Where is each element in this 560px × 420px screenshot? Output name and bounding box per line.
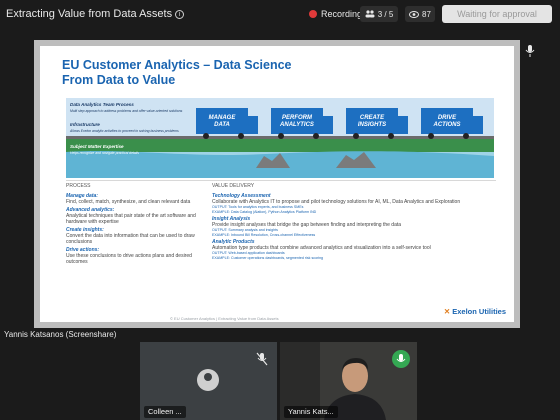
participant-name: Yannis Kats... (284, 406, 338, 418)
truck-label-3: CREATE INSIGHTS (358, 115, 386, 128)
people-icon (365, 10, 375, 18)
waiting-for-approval-button[interactable]: Waiting for approval (442, 5, 552, 23)
value-item-example: EXAMPLE: Inbound Bill Resolution, Cross-… (212, 232, 316, 237)
process-item-text: Find, collect, match, synthesize, and cl… (66, 199, 191, 205)
value-delivery-heading: VALUE DELIVERY (212, 183, 255, 189)
slide-title: EU Customer Analytics – Data Science Fro… (62, 58, 292, 87)
avatar-icon (197, 369, 219, 391)
info-icon[interactable]: i (175, 10, 185, 19)
record-dot-icon (309, 10, 317, 18)
mic-off-icon (256, 352, 268, 366)
value-item-example: EXAMPLE: Data Catalog (Alation), Python … (212, 209, 317, 214)
meeting-title: Extracting Value from Data Assets i (6, 8, 185, 20)
participant-tile-colleen[interactable]: Colleen ... (140, 342, 277, 420)
meeting-top-bar: Extracting Value from Data Assets i Recor… (0, 0, 560, 28)
participant-name: Colleen ... (144, 406, 186, 418)
logo-mark-icon: ✕ (443, 307, 453, 316)
meeting-title-text: Extracting Value from Data Assets (6, 8, 173, 20)
participant-tile-yannis[interactable]: Yannis Kats... (280, 342, 417, 420)
layer-sme-title: Subject Matter Expertise (70, 144, 124, 149)
value-item-example: EXAMPLE: Customer operations dashboards,… (212, 255, 324, 260)
slide-content-columns: PROCESS Manage data: Find, collect, matc… (66, 180, 496, 308)
slide-footer: © EU Customer Analytics | Extracting Val… (170, 316, 279, 321)
exelon-logo: ✕ Exelon Utilities (444, 307, 506, 316)
screenshare-frame: EU Customer Analytics – Data Science Fro… (34, 40, 520, 328)
recording-label: Recording (321, 9, 363, 19)
process-column: PROCESS Manage data: Find, collect, matc… (66, 183, 204, 267)
value-delivery-column: VALUE DELIVERY Technology Assessment Col… (212, 183, 496, 260)
layer-sme-text: Helps recognize and navigate practical d… (70, 151, 139, 155)
layer-infrastructure-text: Allows Exelon analytic activities to pro… (69, 129, 179, 133)
process-item-text: Convert the data into information that c… (66, 233, 195, 245)
process-heading: PROCESS (66, 183, 91, 189)
process-item-text: Use these conclusions to drive actions p… (66, 253, 192, 265)
participants-button[interactable]: 3 / 5 (360, 6, 398, 22)
process-item-text: Analytical techniques that pair state of… (66, 213, 196, 225)
viewers-count: 87 (422, 9, 431, 19)
speaking-icon (392, 350, 410, 368)
presenter-label: Yannis Katsanos (Screenshare) (4, 330, 117, 339)
logo-text: Exelon Utilities (452, 307, 506, 316)
truck-label-2: PERFORM ANALYTICS (279, 115, 314, 128)
participants-count: 3 / 5 (377, 9, 394, 19)
eye-icon (409, 10, 420, 18)
recording-indicator[interactable]: Recording (305, 6, 366, 22)
shared-slide: EU Customer Analytics – Data Science Fro… (40, 46, 514, 322)
layer-infrastructure-title: Infrastructure (70, 122, 100, 127)
layer-team-process-title: Data Analytics Team Process (70, 102, 134, 107)
viewers-button[interactable]: 87 (405, 6, 435, 22)
layer-team-process-text: Multi step approach to address problems … (70, 109, 183, 113)
pin-icon[interactable] (524, 44, 536, 58)
value-chain-graphic: MANAGE DATA PERFORM ANALYTICS CREATE INSIGH… (66, 98, 494, 178)
